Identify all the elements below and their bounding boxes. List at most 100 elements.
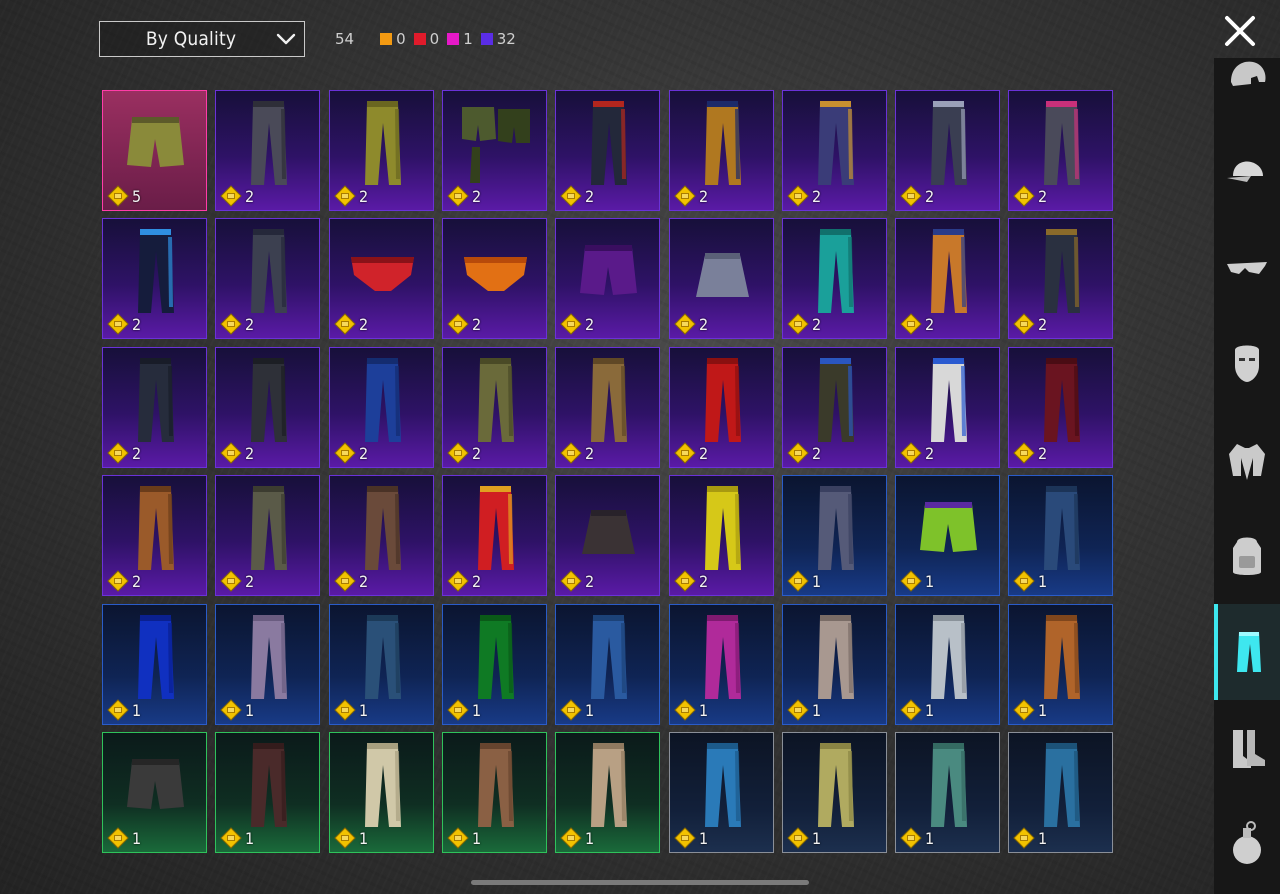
inventory-tile[interactable]: 1	[895, 604, 1000, 725]
inventory-tile[interactable]: 1	[102, 604, 207, 725]
pants-item-image	[458, 613, 533, 701]
inventory-tile[interactable]: 1	[782, 475, 887, 596]
coupon-icon	[787, 313, 809, 335]
inventory-tile[interactable]: 2	[1008, 347, 1113, 468]
inventory-tile[interactable]: 2	[329, 218, 434, 339]
inventory-tile[interactable]: 2	[555, 347, 660, 468]
sidebar-tab-boots[interactable]	[1214, 700, 1280, 796]
inventory-tile[interactable]: 1	[329, 732, 434, 853]
inventory-tile[interactable]: 1	[215, 604, 320, 725]
item-count: 1	[359, 701, 369, 720]
inventory-tile[interactable]: 2	[555, 90, 660, 211]
inventory-tile[interactable]: 2	[102, 347, 207, 468]
coupon-icon	[900, 313, 922, 335]
inventory-tile[interactable]: 2	[669, 347, 774, 468]
inventory-tile[interactable]: 2	[329, 347, 434, 468]
sidebar-tab-helmet[interactable]	[1214, 28, 1280, 124]
pants-item-image	[798, 227, 873, 315]
item-count: 1	[812, 572, 822, 591]
inventory-tile[interactable]: 1	[1008, 604, 1113, 725]
inventory-tile[interactable]: 2	[102, 218, 207, 339]
coupon-icon	[1013, 313, 1035, 335]
inventory-tile[interactable]: 1	[1008, 475, 1113, 596]
inventory-tile[interactable]: 2	[1008, 90, 1113, 211]
inventory-tile[interactable]: 2	[895, 347, 1000, 468]
coupon-icon	[560, 185, 582, 207]
boots-icon	[1233, 730, 1265, 768]
inventory-tile[interactable]: 2	[782, 347, 887, 468]
coupon-icon	[900, 699, 922, 721]
sidebar-tab-grenade[interactable]	[1214, 796, 1280, 892]
inventory-tile[interactable]: 1	[329, 604, 434, 725]
inventory-tile[interactable]: 5	[102, 90, 207, 211]
pants-item-image	[685, 356, 760, 444]
item-count: 2	[585, 315, 595, 334]
inventory-tile[interactable]: 2	[895, 218, 1000, 339]
inventory-tile[interactable]: 2	[669, 90, 774, 211]
inventory-tile[interactable]: 2	[442, 475, 547, 596]
inventory-tile[interactable]: 2	[215, 90, 320, 211]
inventory-tile[interactable]: 1	[102, 732, 207, 853]
inventory-tile[interactable]: 1	[555, 732, 660, 853]
item-count: 2	[925, 444, 935, 463]
inventory-tile[interactable]: 2	[215, 347, 320, 468]
inventory-tile[interactable]: 1	[895, 732, 1000, 853]
coupon-icon	[220, 827, 242, 849]
sidebar-tab-jacket[interactable]	[1214, 412, 1280, 508]
inventory-tile[interactable]: 1	[442, 604, 547, 725]
coupon-icon	[787, 570, 809, 592]
inventory-tile[interactable]: 2	[215, 218, 320, 339]
coupon-icon	[107, 442, 129, 464]
inventory-tile[interactable]: 2	[669, 218, 774, 339]
sort-dropdown[interactable]: By Quality	[99, 21, 305, 57]
inventory-tile[interactable]: 1	[1008, 732, 1113, 853]
red-swatch	[413, 33, 426, 45]
item-count: 2	[359, 315, 369, 334]
item-count: 2	[359, 187, 369, 206]
item-count: 2	[359, 444, 369, 463]
inventory-tile[interactable]: 2	[782, 90, 887, 211]
inventory-tile[interactable]: 2	[1008, 218, 1113, 339]
coupon-icon	[674, 313, 696, 335]
coupon-icon	[220, 442, 242, 464]
inventory-tile[interactable]: 2	[329, 475, 434, 596]
inventory-tile[interactable]: 1	[442, 732, 547, 853]
inventory-tile[interactable]: 1	[215, 732, 320, 853]
sidebar-tab-mask[interactable]	[1214, 316, 1280, 412]
sidebar-tab-glasses[interactable]	[1214, 220, 1280, 316]
item-count: 1	[472, 829, 482, 848]
inventory-tile[interactable]: 2	[895, 90, 1000, 211]
pants-item-image	[231, 99, 306, 187]
pants-item-image	[118, 613, 193, 701]
inventory-tile[interactable]: 1	[555, 604, 660, 725]
sidebar-tab-backpack[interactable]	[1214, 508, 1280, 604]
inventory-tile[interactable]: 2	[782, 218, 887, 339]
item-count: 2	[245, 315, 255, 334]
inventory-tile[interactable]: 1	[669, 732, 774, 853]
chevron-down-icon	[268, 33, 304, 45]
scrollbar[interactable]	[471, 880, 809, 885]
inventory-tile[interactable]: 2	[555, 218, 660, 339]
coupon-icon	[787, 442, 809, 464]
inventory-tile[interactable]: 2	[215, 475, 320, 596]
inventory-tile[interactable]: 2	[442, 347, 547, 468]
shorts-item-image	[118, 99, 193, 187]
inventory-tile[interactable]: 2	[442, 90, 547, 211]
sidebar-tab-cap[interactable]	[1214, 124, 1280, 220]
inventory-tile[interactable]: 1	[782, 732, 887, 853]
skirt-item-image	[685, 227, 760, 315]
sidebar-tab-pants[interactable]	[1214, 604, 1280, 700]
pants-item-image	[345, 613, 420, 701]
inventory-tile[interactable]: 2	[442, 218, 547, 339]
inventory-tile[interactable]: 1	[669, 604, 774, 725]
item-count: 2	[132, 315, 142, 334]
inventory-tile[interactable]: 1	[895, 475, 1000, 596]
inventory-tile[interactable]: 1	[782, 604, 887, 725]
inventory-tile[interactable]: 2	[669, 475, 774, 596]
inventory-tile[interactable]: 2	[555, 475, 660, 596]
pants-item-image	[231, 227, 306, 315]
coupon-icon	[787, 699, 809, 721]
inventory-tile[interactable]: 2	[102, 475, 207, 596]
pants-item-image	[458, 356, 533, 444]
inventory-tile[interactable]: 2	[329, 90, 434, 211]
